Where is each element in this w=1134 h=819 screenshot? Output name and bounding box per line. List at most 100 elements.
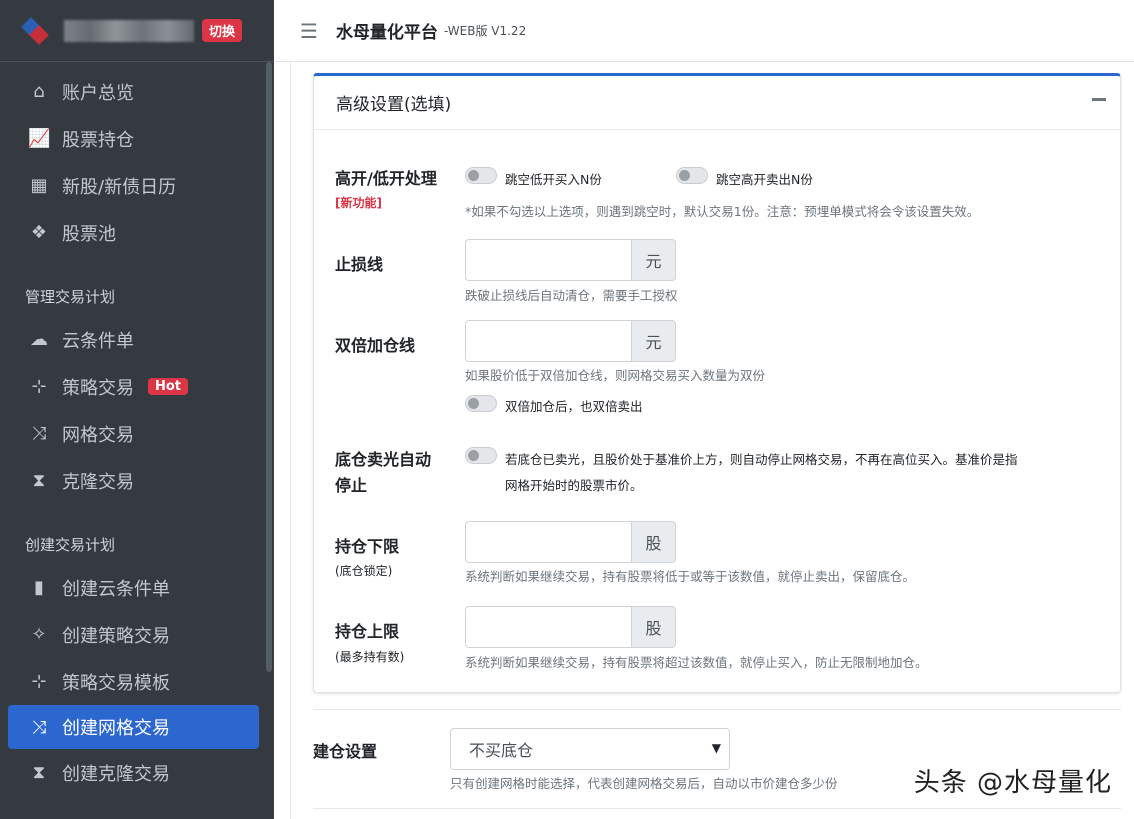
auto-stop-toggle[interactable] [465, 447, 497, 464]
card-title: 高级设置(选填) [314, 76, 1120, 130]
gap-low-toggle[interactable] [465, 167, 497, 184]
top-header: ☰ 水母量化平台 -WEB版 V1.22 [274, 0, 1134, 62]
sidebar-item-label: 股票池 [62, 223, 116, 245]
sidebar-item-label: 创建克隆交易 [62, 763, 170, 785]
random-icon: ⤨ [31, 423, 47, 444]
min-position-label: 持仓下限 [335, 537, 400, 556]
sidebar-item-ipo-calendar[interactable]: ▦ 新股/新债日历 [0, 162, 274, 209]
sidebar-item-stock-pool[interactable]: ❖ 股票池 [0, 209, 274, 256]
divider [313, 808, 1121, 809]
max-position-input-group: 股 [465, 606, 676, 648]
stop-loss-unit: 元 [631, 239, 676, 281]
collapse-minus-icon[interactable] [1092, 98, 1106, 101]
sitemap-icon: ⊹ [31, 376, 47, 397]
section-header-create: 创建交易计划 [25, 535, 116, 554]
sidebar-item-label: 股票持仓 [62, 129, 134, 151]
sidebar-item-label: 网格交易 [62, 424, 134, 446]
sidebar-item-create-cloud-order[interactable]: ▮ 创建云条件单 [0, 564, 274, 611]
home-icon: ⌂ [33, 81, 45, 102]
main-content: 高级设置(选填) 高开/低开处理 [新功能] 跳空低开买入N份 跳空高开卖出N份… [274, 62, 1134, 819]
sidebar-item-label: 创建网格交易 [62, 718, 170, 739]
advanced-settings-card: 高级设置(选填) 高开/低开处理 [新功能] 跳空低开买入N份 跳空高开卖出N份… [313, 73, 1121, 693]
min-position-sub: (底仓锁定) [335, 564, 393, 578]
sidebar-item-create-strategy[interactable]: ✧ 创建策略交易 [0, 611, 274, 658]
build-settings-label: 建仓设置 [313, 742, 378, 761]
auto-stop-text-line2: 网格开始时的股票市价。 [505, 478, 643, 493]
brand: 切换 [0, 0, 274, 62]
sidebar-nav: ⌂ 账户总览 📈 股票持仓 ▦ 新股/新债日历 ❖ 股票池 管理交易计划 ☁ 云… [0, 68, 274, 796]
magic-icon: ✧ [31, 624, 47, 645]
hot-badge: Hot [148, 378, 189, 395]
auto-stop-label-line2: 停止 [335, 476, 368, 495]
cloud-icon: ☁ [30, 329, 48, 350]
sidebar-item-clone-trading[interactable]: ⧗ 克隆交易 [0, 457, 274, 504]
max-position-help: 系统判断如果继续交易，持有股票将超过该数值，就停止买入，防止无限制地加仓。 [465, 655, 928, 670]
double-sell-toggle[interactable] [465, 395, 497, 412]
hamburger-menu-icon[interactable]: ☰ [300, 19, 318, 43]
switch-account-button[interactable]: 切换 [202, 19, 243, 42]
sidebar-item-label: 策略交易 [62, 377, 134, 399]
logo [21, 16, 52, 46]
double-line-input-group: 元 [465, 320, 676, 362]
stop-loss-label: 止损线 [335, 255, 384, 274]
sidebar-item-label: 创建云条件单 [62, 578, 170, 600]
stop-loss-input-group: 元 [465, 239, 676, 281]
double-line-unit: 元 [631, 320, 676, 362]
sidebar-item-strategy-template[interactable]: ⊹ 策略交易模板 [0, 658, 274, 705]
file-icon: ▮ [34, 577, 44, 598]
chevron-down-icon: ▼ [711, 741, 721, 755]
double-line-label: 双倍加仓线 [335, 336, 416, 355]
max-position-input[interactable] [465, 606, 631, 648]
sidebar-item-label: 账户总览 [62, 82, 134, 104]
build-settings-select[interactable]: 不买底仓 ▼ [450, 728, 730, 770]
gap-high-label: 跳空高开卖出N份 [716, 172, 813, 187]
sidebar-item-account-overview[interactable]: ⌂ 账户总览 [0, 68, 274, 115]
sitemap-icon: ⊹ [31, 671, 47, 692]
sidebar-item-label: 克隆交易 [62, 471, 134, 493]
auto-stop-label-line1: 底仓卖光自动 [335, 450, 432, 469]
auto-stop-text-line1: 若底仓已卖光，且股价处于基准价上方，则自动停止网格交易，不再在高位买入。基准价是… [505, 452, 1018, 467]
sidebar-item-strategy-trading[interactable]: ⊹ 策略交易 Hot [0, 363, 274, 410]
double-line-input[interactable] [465, 320, 631, 362]
double-sell-label: 双倍加仓后，也双倍卖出 [505, 399, 643, 414]
sidebar-item-label: 新股/新债日历 [62, 176, 177, 198]
max-position-unit: 股 [631, 606, 676, 648]
sidebar-scrollbar[interactable] [266, 62, 272, 672]
content-border [290, 62, 291, 819]
max-position-sub: (最多持有数) [335, 650, 405, 664]
watermark: 头条 @水母量化 [913, 768, 1112, 798]
page-title: 水母量化平台 [335, 23, 438, 43]
sidebar: 切换 ⌂ 账户总览 📈 股票持仓 ▦ 新股/新债日历 ❖ 股票池 管理交易计划 … [0, 0, 274, 819]
hourglass-icon: ⧗ [32, 470, 46, 491]
sidebar-item-cloud-orders[interactable]: ☁ 云条件单 [0, 316, 274, 363]
max-position-label: 持仓上限 [335, 622, 400, 641]
sidebar-item-label: 策略交易模板 [62, 672, 170, 694]
divider [313, 709, 1121, 710]
gap-high-toggle[interactable] [676, 167, 708, 184]
min-position-help: 系统判断如果继续交易，持有股票将低于或等于该数值，就停止卖出，保留底仓。 [465, 569, 916, 584]
section-header-manage: 管理交易计划 [25, 287, 116, 306]
chart-line-icon: 📈 [28, 128, 51, 149]
stop-loss-help: 跌破止损线后自动清仓，需要手工授权 [465, 288, 678, 303]
build-settings-selected: 不买底仓 [469, 741, 534, 760]
sidebar-item-holdings[interactable]: 📈 股票持仓 [0, 115, 274, 162]
account-name-blurred [64, 19, 194, 42]
min-position-unit: 股 [631, 521, 676, 563]
min-position-input[interactable] [465, 521, 631, 563]
sidebar-item-label: 云条件单 [62, 330, 134, 352]
random-icon: ⤨ [31, 716, 47, 738]
sidebar-item-label: 创建策略交易 [62, 625, 170, 647]
gap-handling-label: 高开/低开处理 [335, 169, 437, 188]
hourglass-icon: ⧗ [32, 762, 46, 783]
gap-help-text: *如果不勾选以上选项，则遇到跳空时，默认交易1份。注意：预埋单模式将会令该设置失… [465, 204, 980, 219]
sidebar-item-create-clone[interactable]: ⧗ 创建克隆交易 [0, 749, 274, 796]
double-line-help: 如果股价低于双倍加仓线，则网格交易买入数量为双份 [465, 368, 766, 383]
new-feature-tag: [新功能] [335, 196, 382, 210]
sidebar-item-create-grid[interactable]: ⤨ 创建网格交易 [8, 705, 259, 749]
build-settings-help: 只有创建网格时能选择，代表创建网格交易后，自动以市价建仓多少份 [450, 776, 838, 791]
min-position-input-group: 股 [465, 521, 676, 563]
app-version: -WEB版 V1.22 [443, 24, 527, 38]
sidebar-item-grid-trading[interactable]: ⤨ 网格交易 [0, 410, 274, 457]
stop-loss-input[interactable] [465, 239, 631, 281]
cubes-icon: ❖ [30, 222, 48, 243]
